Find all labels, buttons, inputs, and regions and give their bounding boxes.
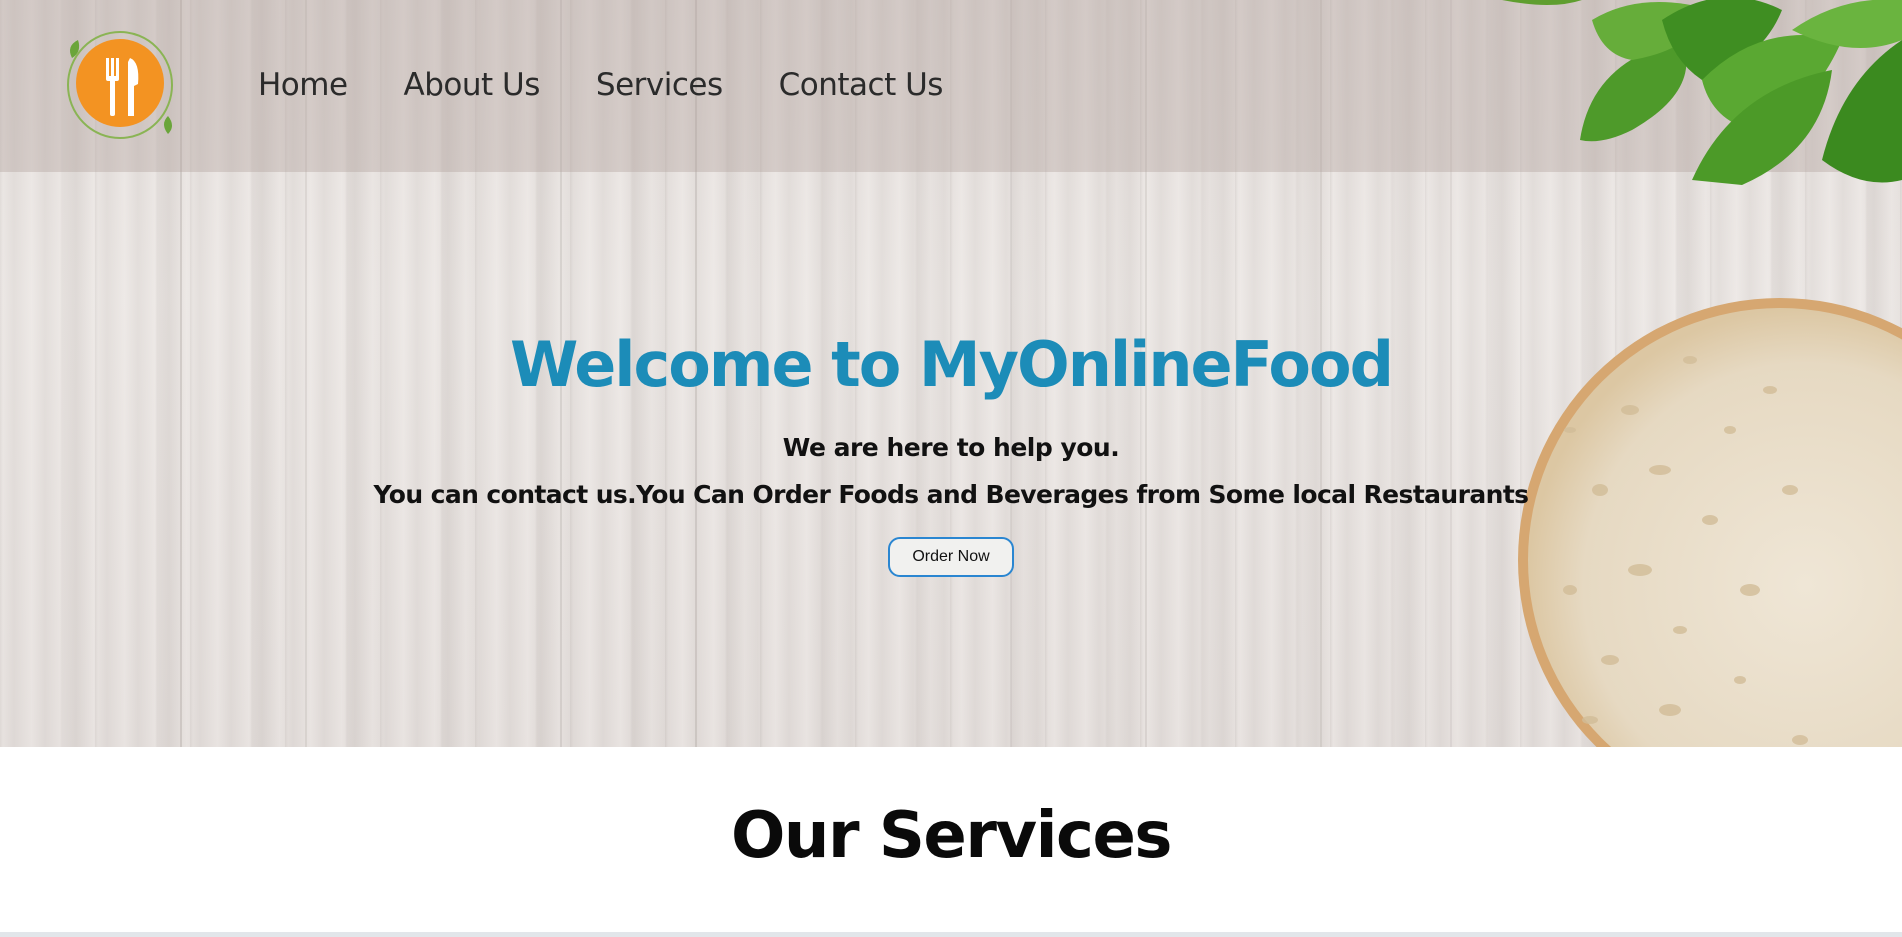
nav-contact-us[interactable]: Contact Us [779,62,944,108]
services-section: Our Services [0,747,1902,937]
hero-subtitle-line2: You can contact us.You Can Order Foods a… [373,480,1530,509]
order-now-button[interactable]: Order Now [888,537,1014,577]
fork-knife-plate-icon[interactable] [64,28,176,143]
main-nav: Home About Us Services Contact Us [258,62,999,108]
hero-section: Home About Us Services Contact Us Welcom… [0,0,1902,747]
hero-content: Welcome to MyOnlineFood We are here to h… [0,325,1902,577]
leaves-decoration [1502,0,1902,185]
services-cards-edge [0,932,1902,937]
hero-subtitle-line1: We are here to help you. [782,433,1120,462]
services-heading: Our Services [731,799,1172,873]
nav-about-us[interactable]: About Us [404,62,541,108]
hero-title: Welcome to MyOnlineFood [510,328,1394,401]
nav-services[interactable]: Services [596,62,723,108]
nav-home[interactable]: Home [258,62,348,108]
